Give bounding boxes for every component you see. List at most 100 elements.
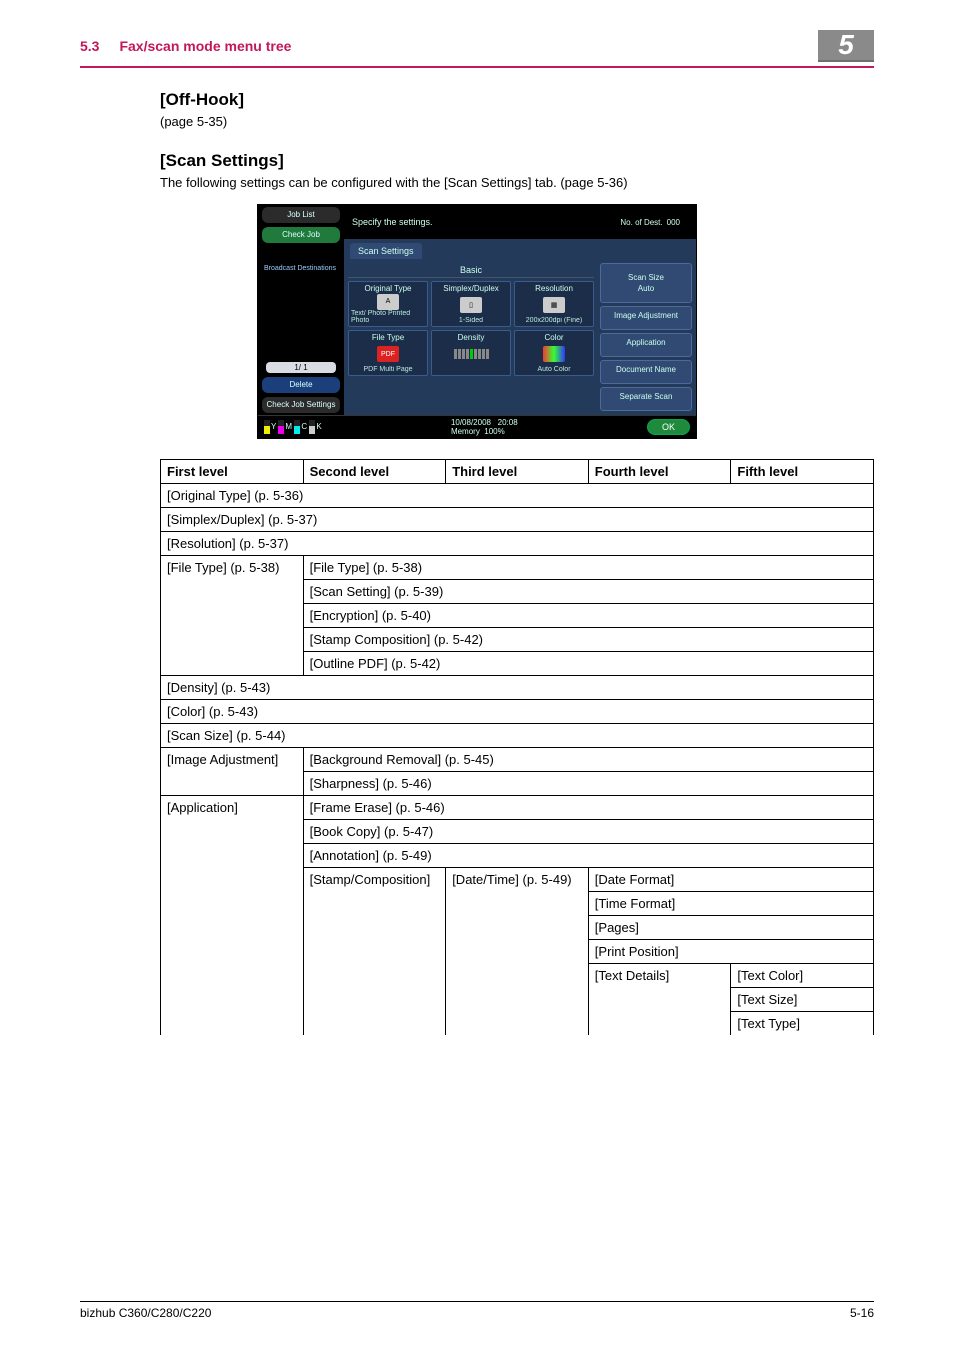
color-cell[interactable]: Color Auto Color	[514, 330, 594, 376]
original-type-cell[interactable]: Original Type A Text/ Photo Printed Phot…	[348, 281, 428, 327]
cell-stamp-l4d: [Print Position]	[588, 940, 873, 964]
pager: 1/ 1	[266, 362, 336, 373]
check-settings-button[interactable]: Check Job Settings	[262, 397, 340, 413]
density-cell[interactable]: Density	[431, 330, 511, 376]
supplies-indicator: Y M C K	[264, 420, 322, 434]
cell-filetype-l2b: [Scan Setting] (p. 5-39)	[303, 580, 873, 604]
check-job-button[interactable]: Check Job	[262, 227, 340, 243]
color-title: Color	[544, 333, 563, 342]
separate-scan-button[interactable]: Separate Scan	[600, 387, 692, 411]
scan-size-title: Scan Size	[605, 273, 687, 282]
delete-button[interactable]: Delete	[262, 377, 340, 393]
filetype-cell[interactable]: File Type PDF PDF Multi Page	[348, 330, 428, 376]
simplex-title: Simplex/Duplex	[443, 284, 499, 293]
density-bars	[454, 349, 489, 359]
cell-filetype-l2c: [Encryption] (p. 5-40)	[303, 604, 873, 628]
cell-stamp-l4a: [Date Format]	[588, 868, 873, 892]
filetype-sub: PDF Multi Page	[363, 366, 412, 373]
original-type-icon: A	[377, 294, 399, 310]
resolution-title: Resolution	[535, 284, 573, 293]
table-row: [Application] [Frame Erase] (p. 5-46)	[161, 796, 874, 820]
th-l4: Fourth level	[588, 460, 731, 484]
scan-size-button[interactable]: Scan Size Auto	[600, 263, 692, 303]
resolution-icon: ▦	[543, 297, 565, 313]
supply-k-icon	[309, 420, 315, 434]
table-row: [Image Adjustment] [Background Removal] …	[161, 748, 874, 772]
supply-m-icon	[278, 420, 284, 434]
cell-stamp-l4c: [Pages]	[588, 916, 873, 940]
cell-application-l2a: [Frame Erase] (p. 5-46)	[303, 796, 873, 820]
chapter-badge: 5	[818, 30, 874, 62]
table-row: [File Type] (p. 5-38) [File Type] (p. 5-…	[161, 556, 874, 580]
dest-count: 000	[667, 218, 680, 227]
application-button[interactable]: Application	[600, 333, 692, 357]
cell-stamp-l5a: [Text Color]	[731, 964, 874, 988]
document-name-button[interactable]: Document Name	[600, 360, 692, 384]
section-title: Fax/scan mode menu tree	[119, 38, 291, 54]
footer-page: 5-16	[850, 1306, 874, 1320]
th-l5: Fifth level	[731, 460, 874, 484]
cell-filetype-l1: [File Type] (p. 5-38)	[161, 556, 304, 676]
footer-datetime: 10/08/2008 20:08 Memory 100%	[451, 418, 518, 436]
cell-stamp-l4b: [Time Format]	[588, 892, 873, 916]
table-row: [Density] (p. 5-43)	[161, 676, 874, 700]
scan-settings-heading: [Scan Settings]	[160, 151, 874, 171]
table-row: [Color] (p. 5-43)	[161, 700, 874, 724]
simplex-icon: ▯	[460, 297, 482, 313]
cell-filetype-l2e: [Outline PDF] (p. 5-42)	[303, 652, 873, 676]
scan-settings-intro: The following settings can be configured…	[160, 175, 874, 190]
cell-imageadj-l2b: [Sharpness] (p. 5-46)	[303, 772, 873, 796]
scan-size-sub: Auto	[605, 284, 687, 293]
resolution-sub: 200x200dpi (Fine)	[526, 317, 582, 324]
off-hook-heading: [Off-Hook]	[160, 90, 874, 110]
resolution-cell[interactable]: Resolution ▦ 200x200dpi (Fine)	[514, 281, 594, 327]
job-list-button[interactable]: Job List	[262, 207, 340, 223]
pdf-icon: PDF	[377, 346, 399, 362]
header-rule	[80, 66, 874, 68]
supply-y-icon	[264, 420, 270, 434]
cell-stamp-l5b: [Text Size]	[731, 988, 874, 1012]
table-row: [Resolution] (p. 5-37)	[161, 532, 874, 556]
cell-stamp-l2: [Stamp/Composition]	[303, 868, 446, 1036]
cell-application-l2b: [Book Copy] (p. 5-47)	[303, 820, 873, 844]
th-l2: Second level	[303, 460, 446, 484]
cell-imageadj-l1: [Image Adjustment]	[161, 748, 304, 796]
supply-c-icon	[294, 420, 300, 434]
cell-original-type: [Original Type] (p. 5-36)	[161, 484, 874, 508]
scan-settings-tab[interactable]: Scan Settings	[350, 243, 422, 259]
image-adjustment-button[interactable]: Image Adjustment	[600, 306, 692, 330]
filetype-title: File Type	[372, 333, 404, 342]
color-sub: Auto Color	[537, 366, 570, 373]
table-row: [Scan Size] (p. 5-44)	[161, 724, 874, 748]
device-panel: Job List Check Job Specify the settings.…	[257, 204, 697, 439]
cell-filetype-l2a: [File Type] (p. 5-38)	[303, 556, 873, 580]
panel-prompt: Specify the settings.	[352, 217, 433, 227]
th-l3: Third level	[446, 460, 589, 484]
basic-group-title: Basic	[348, 263, 594, 278]
density-title: Density	[458, 333, 485, 342]
cell-stamp-l3: [Date/Time] (p. 5-49)	[446, 868, 589, 1036]
cell-application-l1: [Application]	[161, 796, 304, 1036]
cell-color: [Color] (p. 5-43)	[161, 700, 874, 724]
ok-button[interactable]: OK	[647, 419, 690, 435]
menu-tree-table: First level Second level Third level Fou…	[160, 459, 874, 1035]
cell-resolution: [Resolution] (p. 5-37)	[161, 532, 874, 556]
cell-density: [Density] (p. 5-43)	[161, 676, 874, 700]
table-row: [Simplex/Duplex] (p. 5-37)	[161, 508, 874, 532]
original-type-title: Original Type	[365, 284, 412, 293]
cell-stamp-l4e: [Text Details]	[588, 964, 731, 1036]
cell-scansize: [Scan Size] (p. 5-44)	[161, 724, 874, 748]
original-type-sub: Text/ Photo Printed Photo	[351, 310, 425, 324]
cell-simplex: [Simplex/Duplex] (p. 5-37)	[161, 508, 874, 532]
table-row: [Original Type] (p. 5-36)	[161, 484, 874, 508]
simplex-sub: 1-Sided	[459, 317, 483, 324]
dest-label: No. of Dest.	[620, 218, 662, 227]
simplex-cell[interactable]: Simplex/Duplex ▯ 1-Sided	[431, 281, 511, 327]
th-l1: First level	[161, 460, 304, 484]
off-hook-pageref: (page 5-35)	[160, 114, 874, 129]
table-header-row: First level Second level Third level Fou…	[161, 460, 874, 484]
color-icon	[543, 346, 565, 362]
cell-stamp-l5c: [Text Type]	[731, 1012, 874, 1036]
section-number: 5.3	[80, 38, 99, 54]
cell-filetype-l2d: [Stamp Composition] (p. 5-42)	[303, 628, 873, 652]
